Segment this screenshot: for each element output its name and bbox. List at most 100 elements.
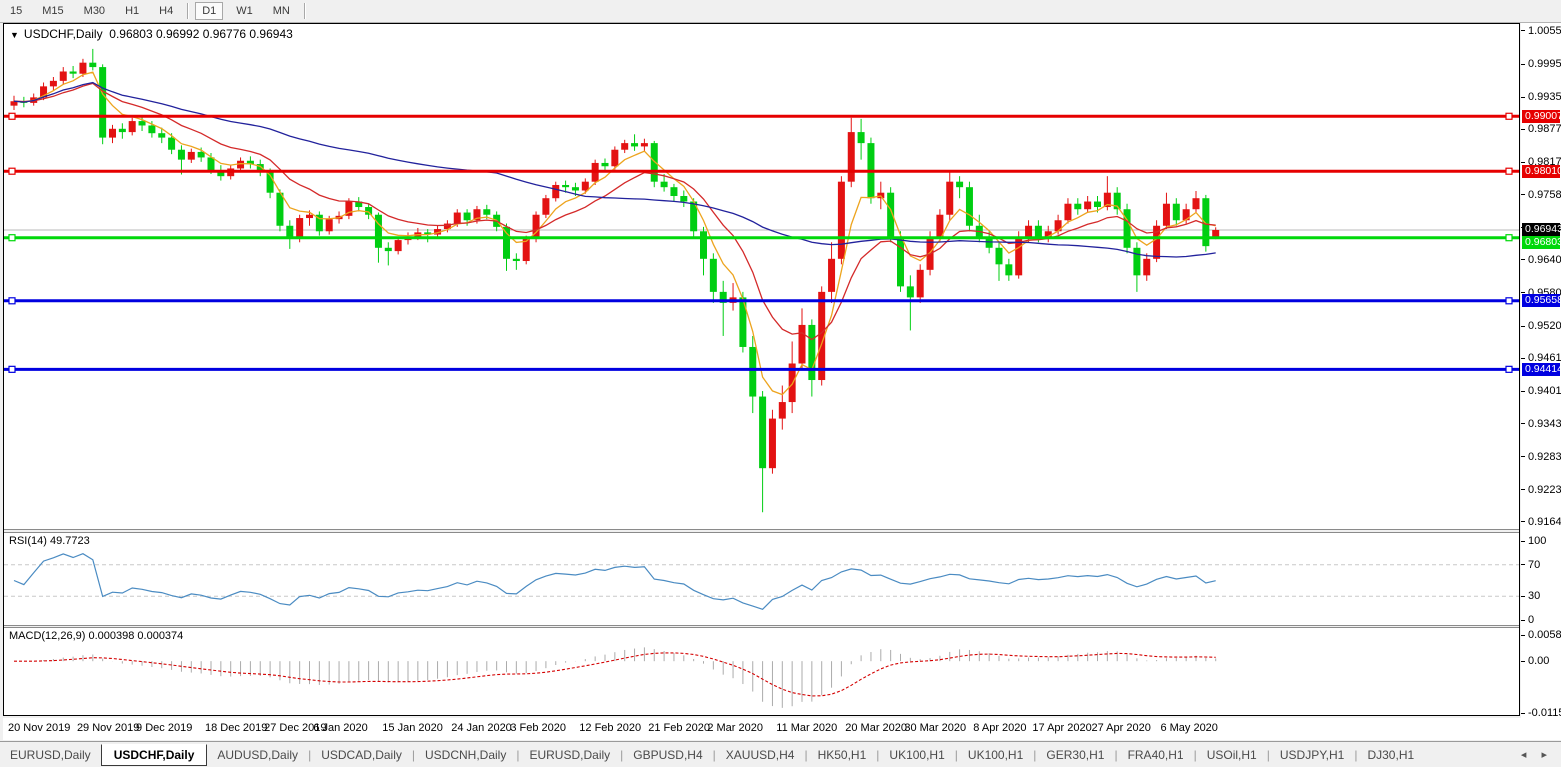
date-axis-label: 18 Dec 2019 <box>205 722 267 734</box>
axis-tick <box>1521 326 1525 327</box>
date-axis-label: 6 Jan 2020 <box>313 722 367 734</box>
date-axis-label: 29 Nov 2019 <box>77 722 139 734</box>
chart-tab-audusd-daily[interactable]: AUDUSD,Daily <box>207 744 308 766</box>
timeframe-button-15[interactable]: 15 <box>3 2 29 20</box>
axis-tick <box>1521 358 1525 359</box>
chart-tab-bar: EURUSD,DailyUSDCHF,DailyAUDUSD,Daily|USD… <box>0 741 1561 767</box>
chart-window[interactable]: ▼USDCHF,Daily 0.96803 0.96992 0.96776 0.… <box>3 23 1520 716</box>
axis-tick-label: 0.98770 <box>1528 123 1561 135</box>
axis-tick <box>1521 97 1525 98</box>
axis-tick <box>1521 456 1525 457</box>
axis-tick-label: 0.93430 <box>1528 418 1561 430</box>
axis-tick-label: 0.005818 <box>1528 629 1561 641</box>
price-scale[interactable]: 1.005550.999550.993550.987700.981700.975… <box>1521 23 1561 718</box>
bid-price-badge: 0.96943 <box>1522 223 1560 236</box>
hline-price-badge: 0.94414 <box>1522 363 1560 376</box>
price-chart-panel[interactable]: ▼USDCHF,Daily 0.96803 0.96992 0.96776 0.… <box>4 24 1519 529</box>
axis-tick <box>1521 713 1525 714</box>
macd-chart-canvas[interactable] <box>4 628 1519 715</box>
timeframe-button-w1[interactable]: W1 <box>229 2 260 20</box>
timeframe-button-m15[interactable]: M15 <box>35 2 70 20</box>
chart-tab-gbpusd-h4[interactable]: GBPUSD,H4 <box>623 744 712 766</box>
axis-tick-label: 0.99355 <box>1528 91 1561 103</box>
chart-tab-fra40-h1[interactable]: FRA40,H1 <box>1118 744 1194 766</box>
tab-scroll-arrows[interactable]: ◂ ▸ <box>1521 748 1553 761</box>
axis-tick <box>1521 620 1525 621</box>
axis-tick <box>1521 541 1525 542</box>
axis-tick-label: 1.00555 <box>1528 25 1561 37</box>
date-axis-label: 27 Apr 2020 <box>1092 722 1151 734</box>
date-axis-label: 21 Feb 2020 <box>648 722 710 734</box>
chart-tab-usoil-h1[interactable]: USOil,H1 <box>1197 744 1267 766</box>
chart-tab-hk50-h1[interactable]: HK50,H1 <box>808 744 877 766</box>
hline-price-badge: 0.99007 <box>1522 110 1560 123</box>
candlestick-chart-canvas[interactable] <box>4 24 1519 529</box>
hline-price-badge: 0.96803 <box>1522 236 1560 249</box>
timeframe-button-d1[interactable]: D1 <box>195 2 223 20</box>
chart-ohlc-values: 0.96803 0.96992 0.96776 0.96943 <box>109 27 293 41</box>
axis-tick-label: 100 <box>1528 535 1546 547</box>
date-axis-label: 15 Jan 2020 <box>382 722 443 734</box>
rsi-panel[interactable]: RSI(14) 49.7723 <box>4 533 1519 625</box>
axis-tick-label: 0.96400 <box>1528 254 1561 266</box>
chart-tab-uk100-h1[interactable]: UK100,H1 <box>958 744 1033 766</box>
chart-tab-dj30-h1[interactable]: DJ30,H1 <box>1357 744 1424 766</box>
date-axis-label: 2 Mar 2020 <box>707 722 763 734</box>
date-axis-label: 30 Mar 2020 <box>904 722 966 734</box>
axis-tick-label: 0.94015 <box>1528 385 1561 397</box>
chart-tab-usdcad-daily[interactable]: USDCAD,Daily <box>311 744 412 766</box>
date-axis-label: 24 Jan 2020 <box>451 722 512 734</box>
axis-tick <box>1521 259 1525 260</box>
axis-tick <box>1521 30 1525 31</box>
chart-tab-eurusd-daily[interactable]: EURUSD,Daily <box>0 744 101 766</box>
timeframe-button-h4[interactable]: H4 <box>152 2 180 20</box>
axis-tick-label: 30 <box>1528 590 1540 602</box>
chart-tab-usdjpy-h1[interactable]: USDJPY,H1 <box>1270 744 1354 766</box>
axis-tick <box>1521 521 1525 522</box>
axis-tick <box>1521 564 1525 565</box>
chart-tab-usdcnh-daily[interactable]: USDCNH,Daily <box>415 744 516 766</box>
macd-panel[interactable]: MACD(12,26,9) 0.000398 0.000374 <box>4 628 1519 715</box>
date-axis-label: 9 Dec 2019 <box>136 722 192 734</box>
axis-tick-label: 0.95200 <box>1528 320 1561 332</box>
date-axis-label: 12 Feb 2020 <box>579 722 641 734</box>
chart-tab-eurusd-daily[interactable]: EURUSD,Daily <box>519 744 620 766</box>
time-scale[interactable]: 20 Nov 2019 29 Nov 20199 Dec 2019 18 Dec 2… <box>3 718 1561 740</box>
axis-tick-label: 0.99955 <box>1528 58 1561 70</box>
timeframe-button-mn[interactable]: MN <box>266 2 297 20</box>
axis-tick <box>1521 391 1525 392</box>
axis-tick-label: 0.00 <box>1528 655 1549 667</box>
timeframe-toolbar: 15 M15 M30 H1 H4 D1 W1 MN <box>0 0 1561 23</box>
axis-tick <box>1521 129 1525 130</box>
hline-price-badge: 0.95658 <box>1522 294 1560 307</box>
date-axis-label: 11 Mar 2020 <box>776 722 837 734</box>
axis-tick-label: 70 <box>1528 559 1540 571</box>
chart-tab-ger30-h1[interactable]: GER30,H1 <box>1036 744 1114 766</box>
toolbar-separator <box>304 3 305 19</box>
axis-tick <box>1521 64 1525 65</box>
date-axis-label: 8 Apr 2020 <box>973 722 1026 734</box>
axis-tick <box>1521 661 1525 662</box>
axis-tick-label: 0.92230 <box>1528 484 1561 496</box>
toolbar-separator <box>187 3 188 19</box>
date-axis-label: 3 Feb 2020 <box>510 722 566 734</box>
date-axis-label: 20 Mar 2020 <box>845 722 907 734</box>
chart-tab-usdchf-daily[interactable]: USDCHF,Daily <box>101 744 208 766</box>
mt4-terminal: 15M15M30H1H4D1W1MN ▼USDCHF,Daily 0.96803… <box>0 0 1561 767</box>
chevron-down-icon[interactable]: ▼ <box>10 30 19 40</box>
axis-tick-label: 0.92830 <box>1528 451 1561 463</box>
timeframe-button-h1[interactable]: H1 <box>118 2 146 20</box>
chart-tab-xauusd-h4[interactable]: XAUUSD,H4 <box>716 744 805 766</box>
chart-tab-uk100-h1[interactable]: UK100,H1 <box>879 744 954 766</box>
axis-tick-label: 0.91645 <box>1528 516 1561 528</box>
timeframe-button-m30[interactable]: M30 <box>77 2 112 20</box>
chart-title: ▼USDCHF,Daily 0.96803 0.96992 0.96776 0.… <box>10 27 293 41</box>
axis-tick <box>1521 635 1525 636</box>
date-axis-label: 20 Nov 2019 <box>8 722 70 734</box>
date-axis-label: 17 Apr 2020 <box>1032 722 1091 734</box>
hline-price-badge: 0.98010 <box>1522 165 1560 178</box>
macd-label: MACD(12,26,9) 0.000398 0.000374 <box>9 630 183 642</box>
rsi-chart-canvas[interactable] <box>4 533 1519 625</box>
axis-tick <box>1521 423 1525 424</box>
axis-tick-label: 0.97585 <box>1528 189 1561 201</box>
